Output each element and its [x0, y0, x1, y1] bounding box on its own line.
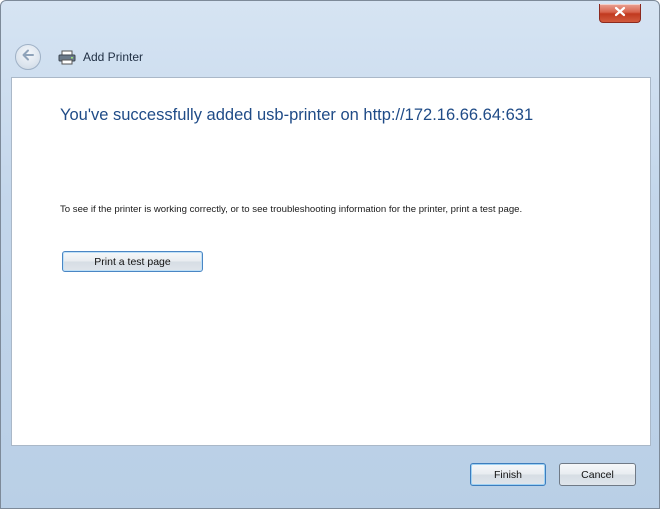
- print-test-page-button[interactable]: Print a test page: [62, 251, 203, 272]
- test-page-instructions: To see if the printer is working correct…: [60, 204, 523, 215]
- finish-button[interactable]: Finish: [470, 463, 546, 486]
- wizard-header: Add Printer: [1, 39, 659, 75]
- wizard-footer: Finish Cancel: [1, 445, 659, 508]
- add-printer-window: Add Printer You've successfully added us…: [0, 0, 660, 509]
- back-button[interactable]: [15, 44, 41, 70]
- cancel-button[interactable]: Cancel: [559, 463, 636, 486]
- success-heading: You've successfully added usb-printer on…: [60, 106, 534, 124]
- printer-icon: [57, 48, 77, 66]
- close-button[interactable]: [599, 4, 641, 23]
- content-panel: You've successfully added usb-printer on…: [11, 77, 651, 446]
- wizard-title: Add Printer: [83, 50, 144, 64]
- back-arrow-icon: [21, 48, 35, 66]
- close-icon: [613, 4, 627, 22]
